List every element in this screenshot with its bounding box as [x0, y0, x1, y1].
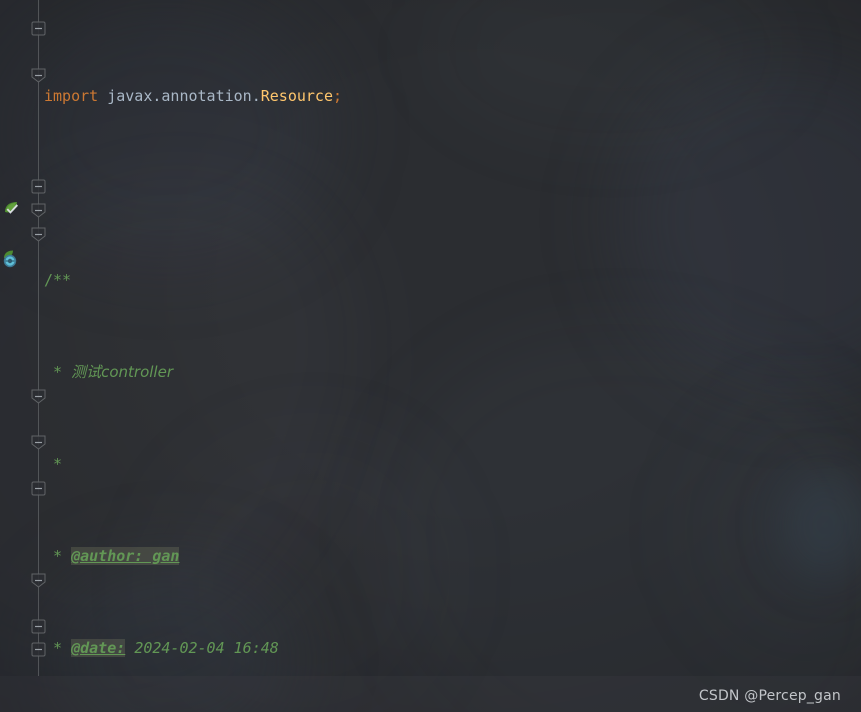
- code-line[interactable]: /**: [40, 269, 861, 292]
- token-type-resource: Resource: [260, 87, 333, 105]
- java-class-run-icon[interactable]: [2, 249, 22, 269]
- code-line[interactable]: import javax.annotation.Resource;: [40, 85, 861, 108]
- code-line[interactable]: * @date: 2024-02-04 16:48: [40, 637, 861, 660]
- code-line-blank[interactable]: [40, 177, 861, 200]
- javadoc-date-tag: @date:: [71, 639, 126, 657]
- code-line[interactable]: * @author: gan: [40, 545, 861, 568]
- javadoc-author-tag: @author: gan: [71, 547, 180, 565]
- editor-gutter[interactable]: [0, 0, 46, 712]
- code-line[interactable]: * 测试controller: [40, 361, 861, 384]
- gutter-icon-column[interactable]: [0, 0, 24, 712]
- javadoc-description: 测试controller: [71, 363, 173, 381]
- spring-bean-icon[interactable]: [2, 199, 22, 219]
- token-keyword-import: import: [44, 87, 99, 105]
- javadoc-open: /**: [44, 271, 72, 289]
- code-content[interactable]: import javax.annotation.Resource; /** * …: [40, 0, 861, 712]
- editor-pane[interactable]: import javax.annotation.Resource; /** * …: [0, 0, 861, 712]
- code-editor-screenshot: import javax.annotation.Resource; /** * …: [0, 0, 861, 712]
- code-line[interactable]: *: [40, 453, 861, 476]
- javadoc-date-value: 2024-02-04 16:48: [134, 639, 279, 657]
- csdn-watermark: CSDN @Percep_gan: [698, 688, 841, 704]
